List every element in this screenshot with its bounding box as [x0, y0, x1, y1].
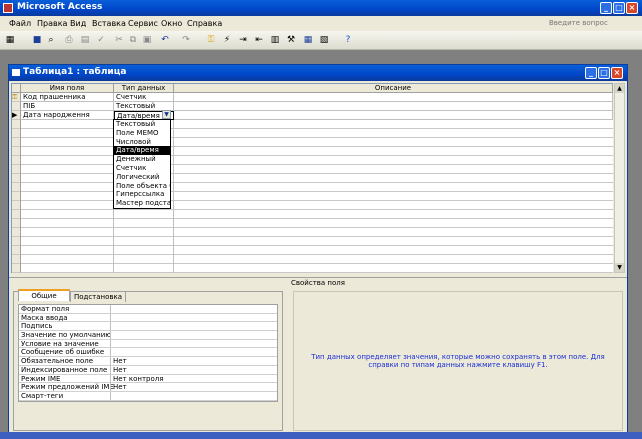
empty-row-selectors[interactable]: [12, 120, 21, 273]
print-icon[interactable]: ⎙: [64, 35, 74, 46]
grid-vertical-scrollbar[interactable]: ▲ ▼: [614, 83, 625, 273]
menu-view[interactable]: Вид: [70, 19, 86, 28]
access-icon: [3, 3, 13, 13]
save-icon[interactable]: ■: [32, 35, 42, 46]
app-title: Microsoft Access: [17, 2, 103, 12]
field-name-cell[interactable]: Дата народження: [21, 111, 114, 120]
description-cell[interactable]: [174, 111, 613, 120]
description-cell[interactable]: [174, 93, 613, 102]
field-grid: Имя поля Тип данных Описание ⚿ ▶ Код пра…: [11, 83, 613, 273]
maximize-button[interactable]: □: [613, 2, 625, 14]
properties-list: Формат поля Маска ввода Подпись Значение…: [18, 304, 278, 402]
property-row[interactable]: Условие на значение: [19, 339, 277, 349]
field-name-cell[interactable]: ПІБ: [21, 102, 114, 111]
header-description: Описание: [174, 84, 613, 93]
new-object-icon[interactable]: ▧: [319, 35, 329, 46]
property-row[interactable]: Значение по умолчанию: [19, 331, 277, 340]
combobox-dropdown-icon[interactable]: ▼: [162, 110, 171, 119]
table-icon: [12, 69, 20, 76]
property-row[interactable]: Смарт-теги: [19, 391, 277, 401]
indexes-icon[interactable]: ⚡: [222, 35, 232, 46]
dropdown-option[interactable]: Денежный: [114, 155, 170, 164]
toolbar: ▦ ■ ⌕ ⎙ ▤ ✓ ✂ ⧉ ▣ ↶ ↷ ⚿ ⚡ ⇥ ⇤ ▥ ⚒ ▦ ▧ ?: [0, 31, 642, 50]
property-help-text: Тип данных определяет значения, которые …: [293, 291, 623, 431]
dropdown-option[interactable]: Поле объекта OLE: [114, 182, 170, 191]
scroll-up-icon[interactable]: ▲: [615, 84, 624, 93]
tab-lookup[interactable]: Подстановка: [70, 291, 126, 302]
field-properties-panel: Общие Подстановка Формат поля Маска ввод…: [13, 289, 283, 431]
cut-icon[interactable]: ✂: [114, 35, 124, 46]
design-view-icon[interactable]: ▦: [5, 35, 15, 46]
primary-key-icon[interactable]: ⚿: [206, 35, 216, 46]
copy-icon[interactable]: ⧉: [128, 35, 138, 46]
properties-icon[interactable]: ▥: [270, 35, 280, 46]
description-cell[interactable]: [174, 102, 613, 111]
menu-tools[interactable]: Сервис: [128, 19, 158, 28]
primary-key-indicator-icon[interactable]: ⚿: [12, 93, 21, 102]
spelling-icon[interactable]: ✓: [96, 35, 106, 46]
dropdown-option[interactable]: Текстовый: [114, 120, 170, 129]
table-minimize-button[interactable]: _: [585, 67, 597, 79]
header-data-type: Тип данных: [114, 84, 174, 93]
preview-icon[interactable]: ▤: [80, 35, 90, 46]
data-type-cell[interactable]: Счетчик: [114, 93, 174, 102]
dropdown-option[interactable]: Гиперссылка: [114, 190, 170, 199]
insert-rows-icon[interactable]: ⇥: [238, 35, 248, 46]
dropdown-option-selected[interactable]: Дата/время: [114, 146, 170, 156]
menu-help[interactable]: Справка: [187, 19, 222, 28]
redo-icon[interactable]: ↷: [181, 35, 191, 46]
taskbar: [0, 432, 642, 439]
property-row[interactable]: Режим IME Нет контроля: [19, 374, 277, 384]
database-window-icon[interactable]: ▦: [303, 35, 313, 46]
app-title-bar: Microsoft Access _ □ ×: [0, 0, 642, 16]
property-row[interactable]: Индексированное поле Нет: [19, 365, 277, 375]
property-row[interactable]: Режим предложений IME Нет: [19, 383, 277, 392]
dropdown-option[interactable]: Мастер подстановок...: [114, 199, 170, 208]
column-divider: [173, 120, 174, 273]
empty-rows[interactable]: [21, 120, 613, 273]
data-type-dropdown-list: Текстовый Поле MEMO Числовой Дата/время …: [113, 119, 171, 209]
scroll-down-icon[interactable]: ▼: [615, 263, 624, 272]
corner-header: [12, 84, 21, 93]
menu-insert[interactable]: Вставка: [92, 19, 126, 28]
undo-icon[interactable]: ↶: [160, 35, 170, 46]
ask-question-box[interactable]: Введите вопрос: [549, 19, 608, 27]
table-close-button[interactable]: ×: [611, 67, 623, 79]
row-selector[interactable]: [12, 102, 21, 111]
menu-bar: Файл Правка Вид Вставка Сервис Окно Спра…: [0, 16, 642, 31]
search-icon[interactable]: ⌕: [46, 35, 56, 46]
minimize-button[interactable]: _: [600, 2, 612, 14]
header-field-name: Имя поля: [21, 84, 114, 93]
property-row[interactable]: Формат поля: [19, 305, 277, 314]
dropdown-option[interactable]: Числовой: [114, 138, 170, 147]
dropdown-option[interactable]: Счетчик: [114, 164, 170, 173]
menu-edit[interactable]: Правка: [37, 19, 67, 28]
paste-icon[interactable]: ▣: [142, 35, 152, 46]
property-row[interactable]: Сообщение об ошибке: [19, 348, 277, 358]
tab-general[interactable]: Общие: [18, 289, 70, 301]
menu-window[interactable]: Окно: [161, 19, 182, 28]
menu-file[interactable]: Файл: [9, 19, 31, 28]
field-name-cell[interactable]: Код прашенника: [21, 93, 114, 102]
dropdown-option[interactable]: Логический: [114, 173, 170, 182]
table-maximize-button[interactable]: □: [598, 67, 610, 79]
build-icon[interactable]: ⚒: [286, 35, 296, 46]
delete-rows-icon[interactable]: ⇤: [254, 35, 264, 46]
current-row-arrow-icon[interactable]: ▶: [12, 111, 21, 120]
property-row[interactable]: Обязательное поле Нет: [19, 357, 277, 366]
table-window-title-bar: Таблица1 : таблица _ □ ×: [9, 65, 627, 81]
table-window-title: Таблица1 : таблица: [23, 67, 127, 77]
field-properties-title: Свойства поля: [9, 277, 627, 288]
dropdown-option[interactable]: Поле MEMO: [114, 129, 170, 138]
close-button[interactable]: ×: [626, 2, 638, 14]
property-row[interactable]: Маска ввода: [19, 313, 277, 323]
table-design-window: Таблица1 : таблица _ □ × Имя поля Тип да…: [8, 64, 628, 436]
help-icon[interactable]: ?: [343, 35, 353, 46]
property-row[interactable]: Подпись: [19, 322, 277, 332]
